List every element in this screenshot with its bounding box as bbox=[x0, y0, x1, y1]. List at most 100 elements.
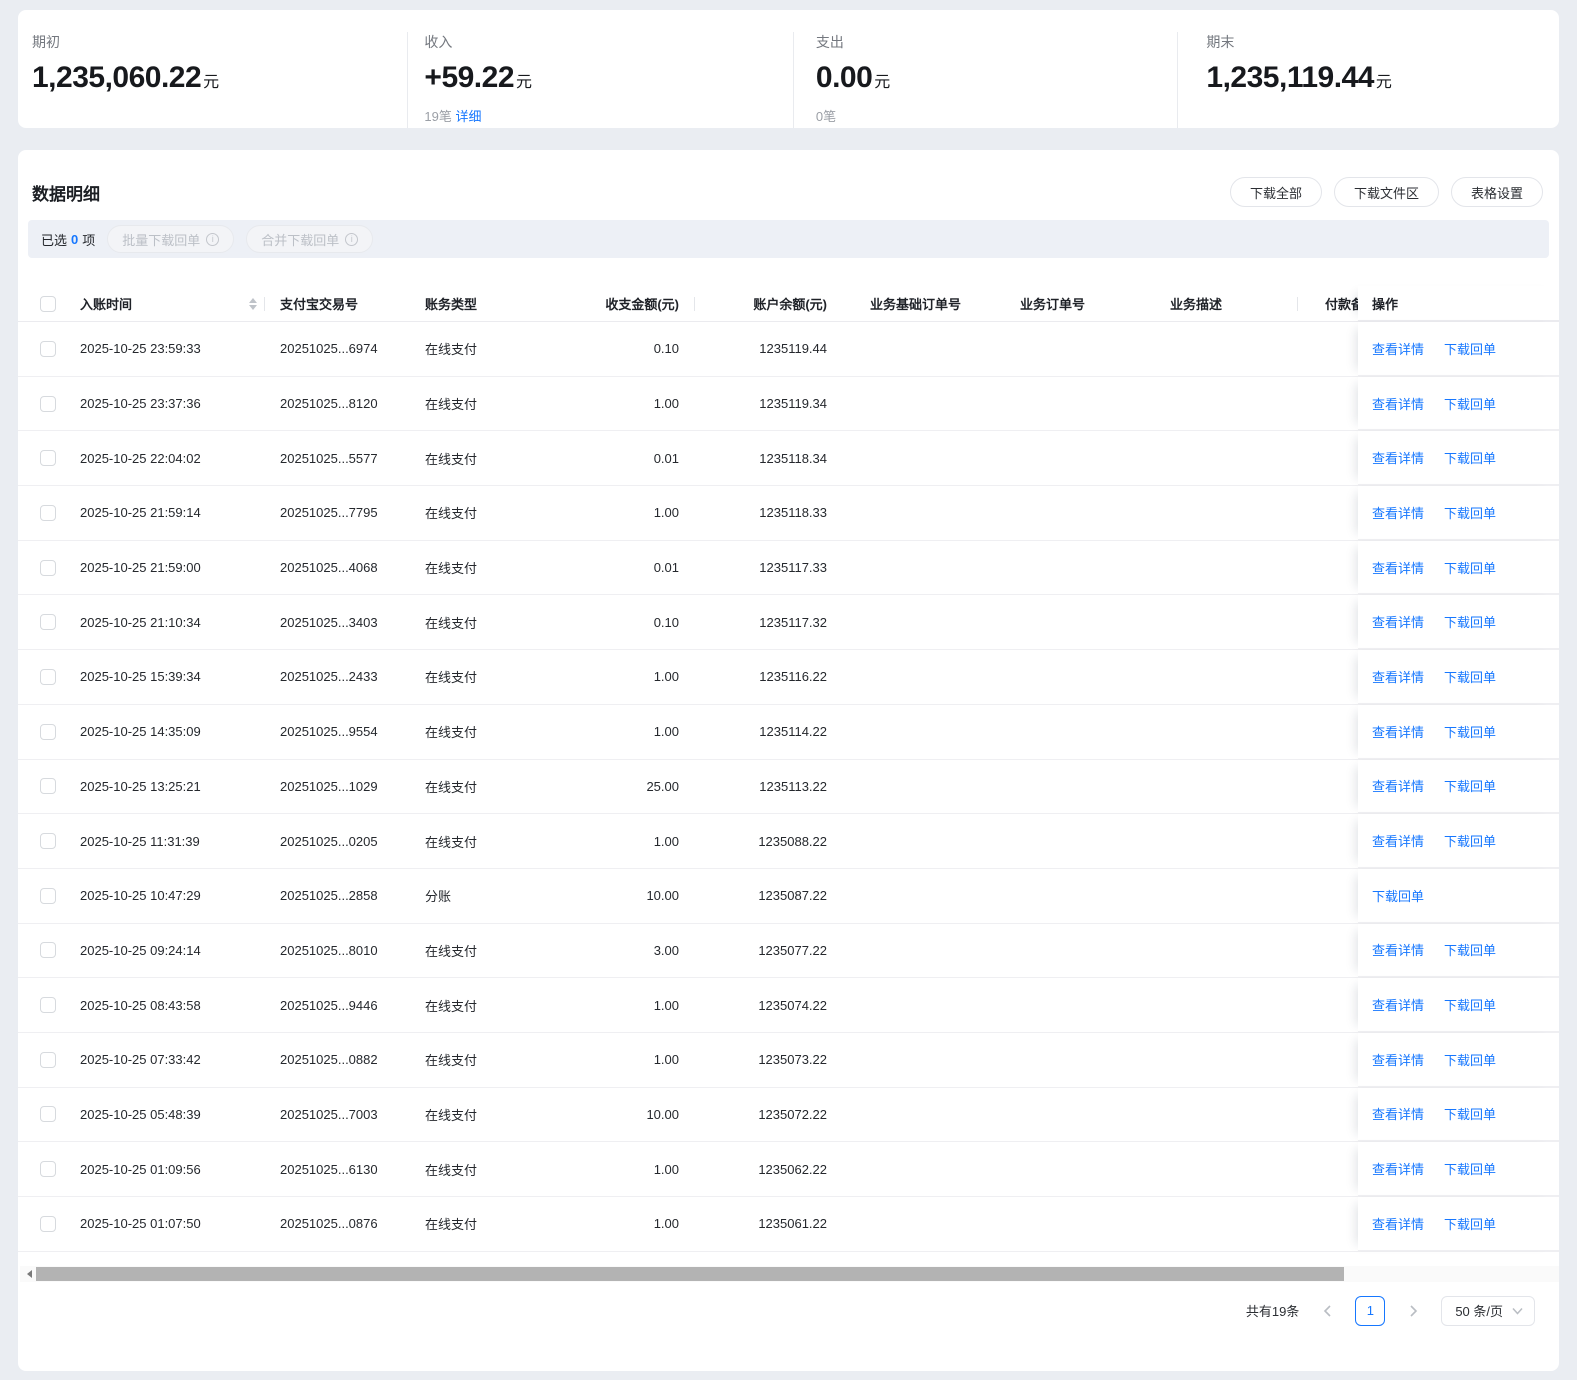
download-receipt-link[interactable]: 下载回单 bbox=[1444, 339, 1496, 358]
download-zone-button[interactable]: 下载文件区 bbox=[1333, 177, 1439, 207]
download-receipt-link[interactable]: 下载回单 bbox=[1444, 995, 1496, 1014]
view-detail-link[interactable]: 查看详情 bbox=[1372, 503, 1424, 522]
cell-desc bbox=[1143, 978, 1298, 1032]
selected-count: 0 bbox=[71, 231, 79, 247]
table-settings-button[interactable]: 表格设置 bbox=[1450, 177, 1543, 207]
scrollbar-left-arrow-icon[interactable] bbox=[22, 1266, 36, 1282]
download-receipt-link[interactable]: 下载回单 bbox=[1444, 722, 1496, 741]
closing-label: 期末 bbox=[1206, 34, 1235, 50]
view-detail-link[interactable]: 查看详情 bbox=[1372, 831, 1424, 850]
cell-order bbox=[993, 1142, 1143, 1196]
download-all-button[interactable]: 下载全部 bbox=[1229, 177, 1322, 207]
cell-type: 在线支付 bbox=[425, 506, 478, 522]
cell-balance: 1235118.33 bbox=[759, 505, 827, 521]
download-receipt-link[interactable]: 下载回单 bbox=[1444, 394, 1496, 413]
row-checkbox-cell bbox=[18, 322, 80, 376]
view-detail-link[interactable]: 查看详情 bbox=[1372, 667, 1424, 686]
batch-download-button[interactable]: 批量下载回单 i bbox=[107, 225, 235, 253]
income-value: +59.22 元 bbox=[424, 61, 532, 94]
row-checkbox[interactable] bbox=[40, 723, 56, 740]
view-detail-link[interactable]: 查看详情 bbox=[1372, 1104, 1424, 1123]
row-checkbox-cell bbox=[18, 377, 80, 431]
cell-action: 查看详情 下载回单 bbox=[1358, 1032, 1559, 1087]
cell-action: 查看详情 下载回单 bbox=[1358, 540, 1559, 595]
download-receipt-link[interactable]: 下载回单 bbox=[1444, 558, 1496, 577]
row-checkbox[interactable] bbox=[40, 450, 56, 467]
select-all-checkbox[interactable] bbox=[40, 295, 56, 312]
cell-base-order bbox=[843, 705, 993, 759]
cell-base-order bbox=[843, 541, 993, 595]
cell-order bbox=[993, 541, 1143, 595]
download-receipt-link[interactable]: 下载回单 bbox=[1444, 1214, 1496, 1233]
expense-unit: 元 bbox=[874, 74, 890, 91]
view-detail-link[interactable]: 查看详情 bbox=[1372, 1214, 1424, 1233]
cell-amount: 0.10 bbox=[653, 341, 679, 357]
row-checkbox[interactable] bbox=[40, 1106, 56, 1123]
row-checkbox[interactable] bbox=[40, 668, 56, 685]
view-detail-link[interactable]: 查看详情 bbox=[1372, 448, 1424, 467]
column-header-time: 入账时间 bbox=[80, 286, 265, 321]
page-number-button[interactable]: 1 bbox=[1355, 1295, 1386, 1326]
horizontal-scrollbar[interactable] bbox=[20, 1265, 1559, 1282]
cell-type: 在线支付 bbox=[425, 834, 478, 850]
view-detail-link[interactable]: 查看详情 bbox=[1372, 394, 1424, 413]
pagination: 共有19条 1 50 条/页 bbox=[18, 1295, 1559, 1327]
cell-type: 在线支付 bbox=[425, 943, 478, 959]
row-checkbox[interactable] bbox=[40, 1051, 56, 1068]
download-receipt-link[interactable]: 下载回单 bbox=[1444, 940, 1496, 959]
row-checkbox[interactable] bbox=[40, 395, 56, 412]
scrollbar-thumb[interactable] bbox=[36, 1266, 1344, 1281]
page-size-select[interactable]: 50 条/页 bbox=[1441, 1295, 1535, 1326]
view-detail-link[interactable]: 查看详情 bbox=[1372, 339, 1424, 358]
row-checkbox[interactable] bbox=[40, 340, 56, 357]
row-checkbox[interactable] bbox=[40, 833, 56, 850]
row-checkbox[interactable] bbox=[40, 614, 56, 631]
download-receipt-link[interactable]: 下载回单 bbox=[1372, 886, 1424, 905]
row-checkbox[interactable] bbox=[40, 504, 56, 521]
view-detail-link[interactable]: 查看详情 bbox=[1372, 612, 1424, 631]
view-detail-link[interactable]: 查看详情 bbox=[1372, 995, 1424, 1014]
income-unit: 元 bbox=[516, 74, 532, 91]
view-detail-link[interactable]: 查看详情 bbox=[1372, 1159, 1424, 1178]
cell-action: 查看详情 下载回单 bbox=[1358, 1087, 1559, 1142]
cell-type: 在线支付 bbox=[425, 1162, 478, 1178]
cell-action: 查看详情 下载回单 bbox=[1358, 814, 1559, 868]
prev-page-button[interactable] bbox=[1317, 1297, 1337, 1325]
view-detail-link[interactable]: 查看详情 bbox=[1372, 1050, 1424, 1069]
view-detail-link[interactable]: 查看详情 bbox=[1372, 722, 1424, 741]
download-receipt-link[interactable]: 下载回单 bbox=[1444, 776, 1496, 795]
merge-download-button[interactable]: 合并下载回单 i bbox=[246, 225, 374, 253]
total-count: 共有19条 bbox=[1245, 1304, 1300, 1320]
view-detail-link[interactable]: 查看详情 bbox=[1372, 940, 1424, 959]
download-receipt-link[interactable]: 下载回单 bbox=[1444, 503, 1496, 522]
download-receipt-link[interactable]: 下载回单 bbox=[1444, 831, 1496, 850]
download-receipt-link[interactable]: 下载回单 bbox=[1444, 1104, 1496, 1123]
cell-type: 在线支付 bbox=[425, 451, 478, 467]
row-checkbox[interactable] bbox=[40, 1161, 56, 1178]
cell-balance: 1235114.22 bbox=[759, 724, 827, 740]
opening-label: 期初 bbox=[32, 34, 60, 50]
cell-txn: 20251025...6130 bbox=[280, 1161, 378, 1177]
table-row: 2025-10-25 21:59:00 20251025...4068 在线支付… bbox=[18, 540, 1559, 596]
cell-order bbox=[993, 431, 1143, 485]
sort-icon[interactable] bbox=[249, 297, 257, 310]
download-receipt-link[interactable]: 下载回单 bbox=[1444, 612, 1496, 631]
download-receipt-link[interactable]: 下载回单 bbox=[1444, 1050, 1496, 1069]
row-checkbox[interactable] bbox=[40, 559, 56, 576]
cell-base-order bbox=[843, 760, 993, 814]
next-page-button[interactable] bbox=[1403, 1297, 1423, 1325]
income-detail-link[interactable]: 详细 bbox=[456, 109, 482, 124]
view-detail-link[interactable]: 查看详情 bbox=[1372, 558, 1424, 577]
row-checkbox[interactable] bbox=[40, 778, 56, 795]
cell-balance: 1235116.22 bbox=[759, 669, 827, 685]
row-checkbox[interactable] bbox=[40, 942, 56, 959]
download-receipt-link[interactable]: 下载回单 bbox=[1444, 1159, 1496, 1178]
row-checkbox[interactable] bbox=[40, 887, 56, 904]
download-receipt-link[interactable]: 下载回单 bbox=[1444, 667, 1496, 686]
view-detail-link[interactable]: 查看详情 bbox=[1372, 776, 1424, 795]
cell-base-order bbox=[843, 486, 993, 540]
download-receipt-link[interactable]: 下载回单 bbox=[1444, 448, 1496, 467]
row-checkbox[interactable] bbox=[40, 997, 56, 1014]
row-checkbox[interactable] bbox=[40, 1215, 56, 1232]
cell-balance: 1235088.22 bbox=[758, 833, 827, 849]
